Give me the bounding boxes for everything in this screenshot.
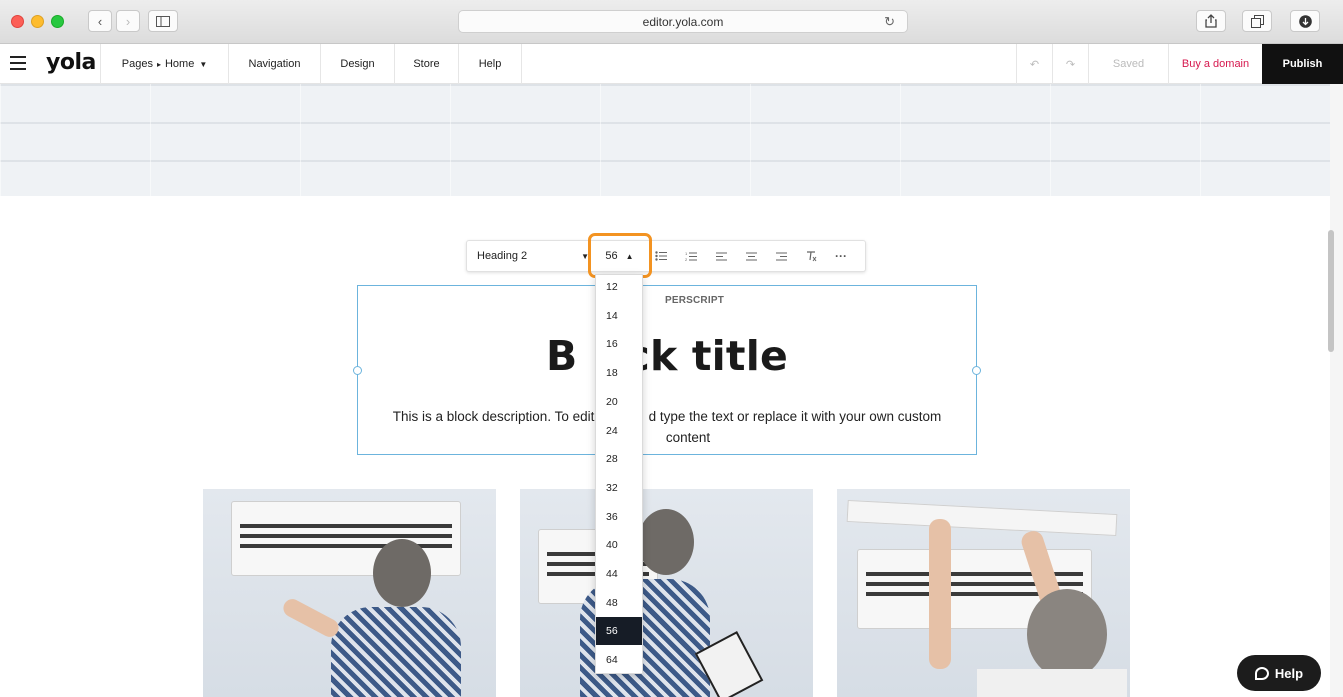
title-left: B [545, 332, 578, 380]
more-options-icon[interactable]: ··· [831, 246, 851, 266]
editor-toolbar: yola Pages ▸ Home ▼ Navigation Design St… [0, 44, 1343, 84]
block-description[interactable]: This is a block description. To edit, c d… [358, 406, 976, 448]
font-size-option[interactable]: 18 [596, 359, 642, 387]
tabs-overview-icon[interactable] [1242, 10, 1272, 32]
chevron-down-icon: ▼ [199, 59, 208, 69]
font-size-option[interactable]: 64 [596, 646, 642, 674]
block-superscript[interactable]: PERSCRIPT [358, 295, 976, 306]
heading-style-value: Heading 2 [477, 250, 528, 262]
undo-icon[interactable]: ↶ [1016, 44, 1052, 84]
redo-icon[interactable]: ↷ [1052, 44, 1088, 84]
svg-text:1: 1 [685, 251, 688, 256]
breadcrumb-arrow-icon: ▸ [156, 59, 161, 69]
description-line2: content [665, 430, 711, 445]
numbered-list-icon[interactable]: 12 [681, 246, 701, 266]
svg-text:2: 2 [685, 257, 688, 262]
navigation-menu[interactable]: Navigation [228, 44, 320, 84]
scrollbar-thumb[interactable] [1328, 230, 1334, 352]
font-size-option[interactable]: 48 [596, 589, 642, 617]
bullet-list-icon[interactable] [651, 246, 671, 266]
font-size-option[interactable]: 32 [596, 474, 642, 502]
clear-formatting-icon[interactable] [801, 246, 821, 266]
superscript-visible-text: PERSCRIPT [664, 295, 725, 306]
forward-icon[interactable]: › [116, 10, 140, 32]
heading-style-select[interactable]: Heading 2 ▼ [477, 241, 589, 271]
font-size-option[interactable]: 20 [596, 388, 642, 416]
share-icon[interactable] [1196, 10, 1226, 32]
pages-label: Pages [121, 58, 153, 70]
pages-dropdown[interactable]: Pages ▸ Home ▼ [100, 44, 228, 84]
scrollbar-track[interactable] [1330, 84, 1343, 697]
font-size-highlight [588, 233, 652, 278]
font-size-option[interactable]: 16 [596, 330, 642, 358]
align-center-icon[interactable] [741, 246, 761, 266]
url-text: editor.yola.com [642, 14, 724, 29]
font-size-option[interactable]: 36 [596, 503, 642, 531]
address-bar[interactable]: editor.yola.com ↻ [458, 10, 908, 33]
title-right: ck title [625, 332, 788, 380]
design-menu[interactable]: Design [320, 44, 394, 84]
saved-status: Saved [1088, 44, 1168, 84]
font-size-option[interactable]: 28 [596, 445, 642, 473]
text-format-toolbar: Heading 2 ▼ 56 ▲ 12 ··· [466, 240, 866, 272]
browser-chrome: ‹ › editor.yola.com ↻ [0, 0, 1343, 44]
buy-domain-button[interactable]: Buy a domain [1168, 44, 1262, 84]
font-size-option[interactable]: 44 [596, 560, 642, 588]
yola-logo: yola [46, 50, 96, 75]
maximize-window-button[interactable] [51, 15, 64, 28]
align-right-icon[interactable] [771, 246, 791, 266]
sidebar-toggle-icon[interactable] [148, 10, 178, 32]
hero-background-image [0, 84, 1330, 196]
font-size-option[interactable]: 14 [596, 302, 642, 330]
white-shirt [977, 669, 1127, 697]
description-right: d type the text or replace it with your … [648, 409, 942, 424]
help-menu[interactable]: Help [458, 44, 522, 84]
current-page-label: Home [164, 58, 195, 70]
ac-filter-cover [846, 499, 1118, 537]
chat-bubble-icon [1254, 666, 1269, 680]
font-size-dropdown: 12 14 16 18 20 24 28 32 36 40 44 48 56 64 [595, 274, 643, 674]
download-icon[interactable] [1290, 10, 1320, 32]
minimize-window-button[interactable] [31, 15, 44, 28]
store-menu[interactable]: Store [394, 44, 458, 84]
description-left: This is a block description. To edit, c [392, 409, 609, 424]
font-size-option[interactable]: 40 [596, 531, 642, 559]
photo-technician-remote[interactable] [203, 489, 496, 697]
help-widget-button[interactable]: Help [1237, 655, 1321, 691]
help-widget-label: Help [1274, 665, 1304, 681]
block-title[interactable]: Bck title [358, 332, 976, 380]
font-size-option[interactable]: 56 [596, 617, 642, 646]
photo-technician-clipboard[interactable] [520, 489, 813, 697]
font-size-option[interactable]: 12 [596, 273, 642, 301]
text-block-selected[interactable]: PERSCRIPT Bck title This is a block desc… [353, 285, 981, 455]
reload-icon[interactable]: ↻ [884, 14, 895, 30]
font-size-option[interactable]: 24 [596, 417, 642, 445]
back-icon[interactable]: ‹ [88, 10, 112, 32]
close-window-button[interactable] [11, 15, 24, 28]
photo-technician-filter[interactable] [837, 489, 1130, 697]
align-left-icon[interactable] [711, 246, 731, 266]
menu-icon[interactable] [10, 56, 26, 70]
publish-button[interactable]: Publish [1262, 44, 1343, 84]
